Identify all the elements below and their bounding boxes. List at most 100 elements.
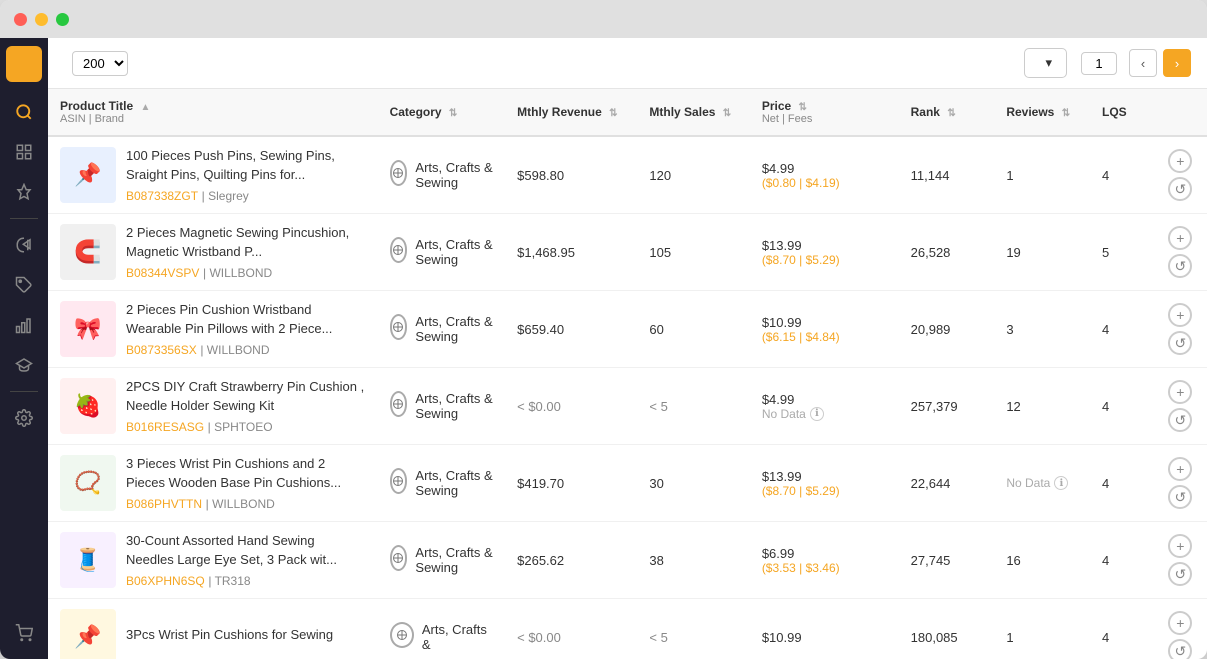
product-asin[interactable]: B0873356SX (126, 343, 197, 357)
add-action-button[interactable]: + (1168, 611, 1192, 635)
product-title: 30-Count Assorted Hand Sewing Needles La… (126, 532, 366, 568)
actions-cell: + ↺ (1154, 136, 1207, 214)
refresh-action-button[interactable]: ↺ (1168, 562, 1192, 586)
products-table: Product Title ▲ ASIN | Brand Category ⇅ … (48, 89, 1207, 659)
price-fees: ($8.70 | $5.29) (762, 484, 887, 498)
actions-cell: + ↺ (1154, 522, 1207, 599)
product-image: 📿 (60, 455, 116, 511)
product-brand: | Slegrey (202, 189, 249, 203)
sales-cell: 105 (637, 214, 749, 291)
add-action-button[interactable]: + (1168, 226, 1192, 250)
col-header-sales[interactable]: Mthly Sales ⇅ (637, 89, 749, 136)
lqs-value: 5 (1102, 245, 1109, 260)
next-page-button[interactable]: › (1163, 49, 1191, 77)
product-cell: 📌 100 Pieces Push Pins, Sewing Pins, Sra… (48, 136, 378, 214)
lqs-cell: 4 (1090, 291, 1154, 368)
refresh-action-button[interactable]: ↺ (1168, 485, 1192, 509)
chevron-down-icon: ▾ (1045, 55, 1052, 71)
refresh-action-button[interactable]: ↺ (1168, 254, 1192, 278)
product-brand: | WILLBOND (200, 343, 269, 357)
add-action-button[interactable]: + (1168, 457, 1192, 481)
sidebar-item-graduation[interactable] (6, 347, 42, 383)
col-header-price[interactable]: Price ⇅ Net | Fees (750, 89, 899, 136)
revenue-value: $659.40 (517, 322, 564, 337)
reviews-value: 1 (1006, 168, 1013, 183)
add-action-button[interactable]: + (1168, 149, 1192, 173)
col-header-revenue[interactable]: Mthly Revenue ⇅ (505, 89, 637, 136)
prev-page-button[interactable]: ‹ (1129, 49, 1157, 77)
sales-cell: 120 (637, 136, 749, 214)
price-cell: $4.99 No Data ℹ (750, 368, 899, 445)
page-input[interactable] (1081, 52, 1117, 75)
revenue-cell: $1,468.95 (505, 214, 637, 291)
rank-value: 20,989 (911, 322, 951, 337)
price-value: $4.99 (762, 392, 887, 407)
display-count-select[interactable]: 200 100 50 (72, 51, 128, 76)
product-brand: | WILLBOND (203, 266, 272, 280)
revenue-cell: $419.70 (505, 445, 637, 522)
category-cell: Arts, Crafts & Sewing (378, 136, 506, 214)
pagination: ‹ › (1075, 49, 1191, 77)
sidebar-item-megaphone[interactable] (6, 227, 42, 263)
sales-value: < 5 (649, 630, 667, 645)
lqs-cell: 4 (1090, 599, 1154, 659)
rank-cell: 20,989 (899, 291, 995, 368)
category-value: Arts, Crafts & (422, 622, 493, 652)
add-action-button[interactable]: + (1168, 534, 1192, 558)
product-image: 🍓 (60, 378, 116, 434)
col-header-category[interactable]: Category ⇅ (378, 89, 506, 136)
product-asin[interactable]: B06XPHN6SQ (126, 574, 205, 588)
reviews-cell: 19 (994, 214, 1090, 291)
rank-value: 22,644 (911, 476, 951, 491)
rank-cell: 26,528 (899, 214, 995, 291)
category-value: Arts, Crafts & Sewing (415, 545, 493, 575)
actions-cell: + ↺ (1154, 368, 1207, 445)
revenue-value: $265.62 (517, 553, 564, 568)
sidebar-item-grid[interactable] (6, 134, 42, 170)
columns-select-button[interactable]: ▾ (1024, 48, 1067, 78)
revenue-value: < $0.00 (517, 399, 561, 414)
sidebar-item-pin[interactable] (6, 174, 42, 210)
sales-value: 38 (649, 553, 663, 568)
add-action-button[interactable]: + (1168, 303, 1192, 327)
product-asin[interactable]: B086PHVTTN (126, 497, 202, 511)
add-action-button[interactable]: + (1168, 380, 1192, 404)
lqs-value: 4 (1102, 399, 1109, 414)
product-asin[interactable]: B087338ZGT (126, 189, 198, 203)
product-title: 3Pcs Wrist Pin Cushions for Sewing (126, 626, 366, 644)
refresh-action-button[interactable]: ↺ (1168, 177, 1192, 201)
col-header-rank[interactable]: Rank ⇅ (899, 89, 995, 136)
sidebar-item-search[interactable] (6, 94, 42, 130)
category-icon (390, 622, 414, 648)
rank-value: 27,745 (911, 553, 951, 568)
product-asin[interactable]: B08344VSPV (126, 266, 199, 280)
maximize-button[interactable] (56, 13, 69, 26)
product-asin[interactable]: B016RESASG (126, 420, 204, 434)
revenue-value: $598.80 (517, 168, 564, 183)
sales-value: 105 (649, 245, 671, 260)
lqs-cell: 5 (1090, 214, 1154, 291)
price-value: $10.99 (762, 315, 887, 330)
close-button[interactable] (14, 13, 27, 26)
sidebar-item-cart[interactable] (6, 615, 42, 651)
minimize-button[interactable] (35, 13, 48, 26)
col-header-reviews[interactable]: Reviews ⇅ (994, 89, 1090, 136)
product-info: 30-Count Assorted Hand Sewing Needles La… (126, 532, 366, 587)
sales-value: 120 (649, 168, 671, 183)
sidebar-item-tag[interactable] (6, 267, 42, 303)
refresh-action-button[interactable]: ↺ (1168, 639, 1192, 659)
refresh-action-button[interactable]: ↺ (1168, 408, 1192, 432)
price-value: $4.99 (762, 161, 887, 176)
lqs-cell: 4 (1090, 522, 1154, 599)
table-row: 📿 3 Pieces Wrist Pin Cushions and 2 Piec… (48, 445, 1207, 522)
reviews-cell: 1 (994, 599, 1090, 659)
sidebar-item-chart[interactable] (6, 307, 42, 343)
col-header-product[interactable]: Product Title ▲ ASIN | Brand (48, 89, 378, 136)
sidebar-item-settings[interactable] (6, 400, 42, 436)
refresh-action-button[interactable]: ↺ (1168, 331, 1192, 355)
lqs-value: 4 (1102, 553, 1109, 568)
reviews-value: 3 (1006, 322, 1013, 337)
rank-cell: 180,085 (899, 599, 995, 659)
lqs-value: 4 (1102, 322, 1109, 337)
rank-cell: 257,379 (899, 368, 995, 445)
